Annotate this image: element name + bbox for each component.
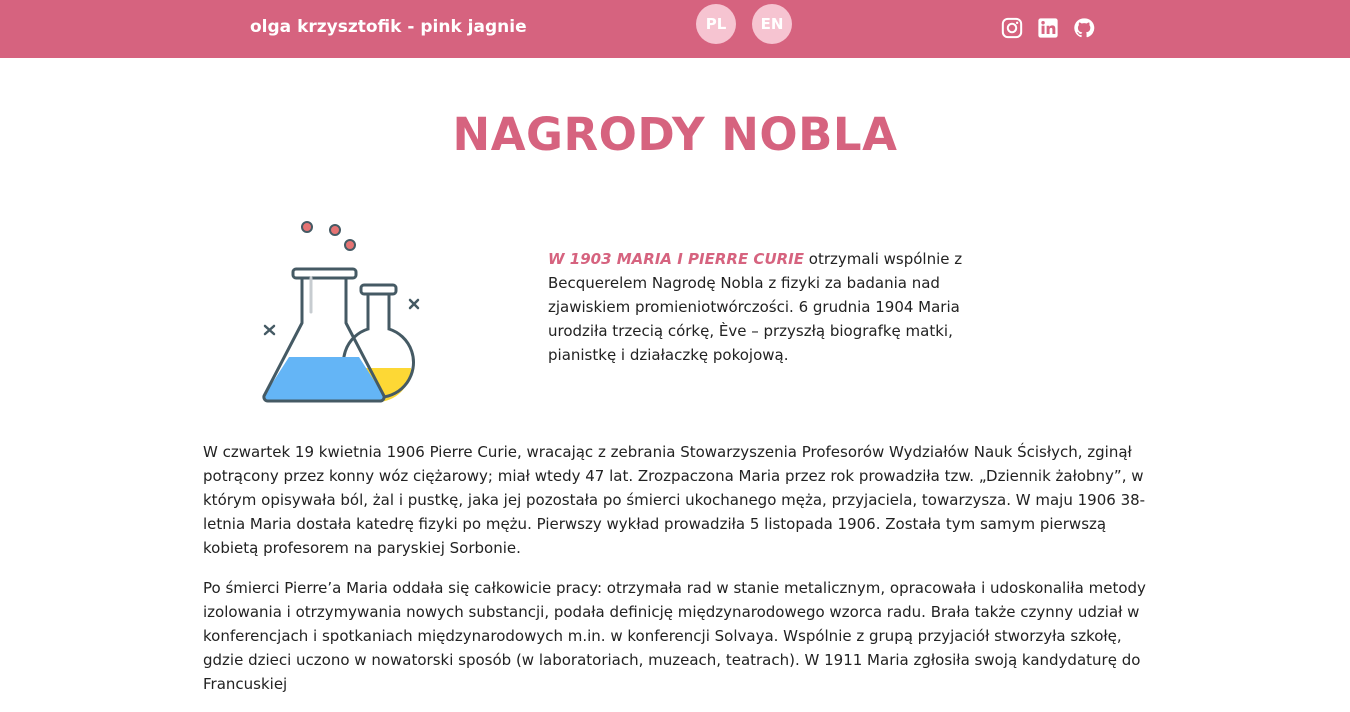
lang-pl-button[interactable]: PL bbox=[696, 4, 736, 44]
paragraph: W czwartek 19 kwietnia 1906 Pierre Curie… bbox=[203, 443, 1146, 557]
intro-lead: W 1903 MARIA I PIERRE CURIE bbox=[548, 250, 804, 268]
top-navbar: olga krzysztofik - pink jagnie PL EN bbox=[0, 0, 1350, 58]
article-body: W czwartek 19 kwietnia 1906 Pierre Curie… bbox=[203, 440, 1148, 712]
github-icon[interactable] bbox=[1073, 17, 1095, 39]
intro-paragraph: W 1903 MARIA I PIERRE CURIE otrzymali ws… bbox=[548, 247, 1018, 367]
site-brand[interactable]: olga krzysztofik - pink jagnie bbox=[250, 17, 527, 37]
page-title: NAGRODY NOBLA bbox=[452, 108, 898, 161]
linkedin-icon[interactable] bbox=[1037, 17, 1059, 39]
paragraph: Po śmierci Pierre’a Maria oddała się cał… bbox=[203, 579, 1146, 693]
instagram-icon[interactable] bbox=[1001, 17, 1023, 39]
lang-en-button[interactable]: EN bbox=[752, 4, 792, 44]
chemistry-flasks-icon bbox=[255, 214, 430, 409]
